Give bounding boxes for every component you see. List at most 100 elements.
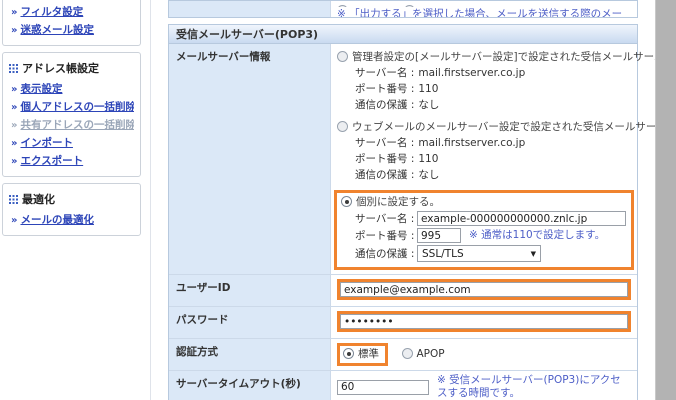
mail-server-info-row: メールサーバー情報 管理者設定の[メールサーバー設定]で設定された受信メールサー… bbox=[169, 44, 676, 275]
page: » フィルタ設定 » 迷惑メール設定 アドレス帳設定 » 表示設定 » 個人アド… bbox=[0, 0, 676, 400]
timeout-content: ※ 受信メールサーバー(POP3)にアクセスする時間です。 bbox=[331, 371, 637, 400]
sidebar-link-import[interactable]: インポート bbox=[20, 137, 73, 149]
custom-server-name-input[interactable] bbox=[417, 211, 626, 226]
admin-port-value: 110 bbox=[418, 83, 439, 95]
sidebar-link-personal-address-bulk-delete[interactable]: 個人アドレスの一括削除 bbox=[20, 101, 134, 113]
server-name-label: サーバー名 : bbox=[355, 67, 415, 79]
webmail-security-value: なし bbox=[418, 169, 440, 181]
password-highlight bbox=[337, 311, 631, 332]
auth-standard-label: 標準 bbox=[358, 348, 379, 360]
sidebar-item-personal-address-bulk-delete[interactable]: » 個人アドレスの一括削除 bbox=[9, 97, 134, 115]
timeout-row: サーバータイムアウト(秒) ※ 受信メールサーバー(POP3)にアクセスする時間… bbox=[169, 371, 637, 400]
security-select[interactable]: SSL/TLS ▼ bbox=[417, 245, 541, 262]
sidebar-item-display-settings[interactable]: » 表示設定 bbox=[9, 79, 134, 97]
custom-server-radio[interactable] bbox=[341, 196, 352, 207]
timeout-input[interactable] bbox=[337, 379, 429, 395]
link-arrow-icon: » bbox=[11, 155, 18, 167]
page-edge-strip bbox=[655, 0, 676, 400]
log-output-content-cell: ※ 「出力する」を選択した場合、メールを送信する際のメールサーバーとの通信ログを… bbox=[331, 1, 637, 18]
grid-icon bbox=[9, 63, 18, 73]
option-custom-server-highlighted: 個別に設定する。 サーバー名 : ポート番号 : ※ 通常は110で設定します。 bbox=[334, 190, 634, 270]
log-output-note: ※ 「出力する」を選択した場合、メールを送信する際のメールサーバーとの通信ログを… bbox=[337, 8, 623, 18]
auth-apop-radio[interactable] bbox=[401, 348, 413, 359]
clipped-radio-options bbox=[337, 4, 631, 7]
sidebar-item-spam-settings[interactable]: » 迷惑メール設定 bbox=[9, 20, 134, 38]
port-label: ポート番号 : bbox=[355, 230, 415, 242]
chevron-down-icon: ▼ bbox=[530, 249, 536, 258]
password-input[interactable] bbox=[340, 314, 628, 329]
sidebar-item-import[interactable]: » インポート bbox=[9, 133, 134, 151]
sidebar-link-shared-address-bulk-delete: 共有アドレスの一括削除 bbox=[20, 118, 134, 131]
radio-button[interactable] bbox=[337, 5, 348, 7]
user-id-highlight bbox=[337, 279, 631, 300]
port-note: ※ 通常は110で設定します。 bbox=[469, 229, 606, 241]
user-id-row: ユーザーID bbox=[169, 275, 637, 307]
webmail-server-radio[interactable] bbox=[337, 121, 348, 132]
pop3-settings-table: 受信メールサーバー(POP3) メールサーバー情報 管理者設定の[メールサーバー… bbox=[168, 24, 676, 400]
password-content bbox=[331, 307, 637, 338]
admin-server-radio-label: 管理者設定の[メールサーバー設定]で設定された受信メールサーバー(POP3)を使… bbox=[352, 51, 676, 63]
sidebar-item-export[interactable]: » エクスポート bbox=[9, 151, 134, 169]
auth-standard-highlight: 標準 bbox=[337, 343, 388, 366]
auth-method-label: 認証方式 bbox=[169, 339, 331, 370]
webmail-port-value: 110 bbox=[418, 153, 439, 165]
link-arrow-icon: » bbox=[11, 137, 18, 149]
sidebar-item-filter-settings[interactable]: » フィルタ設定 bbox=[9, 2, 134, 20]
port-label: ポート番号 : bbox=[355, 153, 415, 165]
security-select-value: SSL/TLS bbox=[422, 247, 464, 260]
link-arrow-icon: » bbox=[11, 101, 18, 113]
sidebar-link-spam-settings[interactable]: 迷惑メール設定 bbox=[20, 24, 94, 36]
link-arrow-icon: » bbox=[11, 6, 18, 18]
timeout-label: サーバータイムアウト(秒) bbox=[169, 371, 331, 400]
link-arrow-icon: » bbox=[11, 119, 18, 131]
sidebar-section-title: アドレス帳設定 bbox=[22, 62, 99, 75]
security-label: 通信の保護 : bbox=[355, 169, 415, 181]
security-label: 通信の保護 : bbox=[355, 248, 415, 260]
user-id-label: ユーザーID bbox=[169, 275, 331, 306]
user-id-content bbox=[331, 275, 637, 306]
option-webmail-server: ウェブメールのメールサーバー設定で設定された受信メールサーバー(POP3)を使用… bbox=[337, 120, 676, 183]
admin-server-radio[interactable] bbox=[337, 51, 348, 62]
server-name-label: サーバー名 : bbox=[355, 137, 415, 149]
sidebar: » フィルタ設定 » 迷惑メール設定 アドレス帳設定 » 表示設定 » 個人アド… bbox=[2, 0, 141, 242]
main-content: ※ 「出力する」を選択した場合、メールを送信する際のメールサーバーとの通信ログを… bbox=[168, 0, 676, 400]
sidebar-section-addressbook: アドレス帳設定 bbox=[9, 58, 134, 79]
password-row: パスワード bbox=[169, 307, 637, 339]
auth-apop-label: APOP bbox=[416, 348, 445, 360]
pop3-section-header: 受信メールサーバー(POP3) bbox=[169, 25, 637, 44]
webmail-server-radio-label: ウェブメールのメールサーバー設定で設定された受信メールサーバー(POP3)を使用… bbox=[352, 121, 676, 133]
timeout-note: ※ 受信メールサーバー(POP3)にアクセスする時間です。 bbox=[437, 374, 621, 399]
sidebar-box-addressbook: アドレス帳設定 » 表示設定 » 個人アドレスの一括削除 » 共有アドレスの一括削除 … bbox=[2, 52, 141, 177]
custom-server-radio-label: 個別に設定する。 bbox=[356, 196, 440, 208]
sidebar-link-export[interactable]: エクスポート bbox=[20, 155, 83, 167]
grid-icon bbox=[9, 194, 18, 204]
security-label: 通信の保護 : bbox=[355, 99, 415, 111]
auth-method-content: 標準 APOP bbox=[331, 340, 637, 370]
sidebar-section-optimize: 最適化 bbox=[9, 189, 134, 210]
link-arrow-icon: » bbox=[11, 24, 18, 36]
webmail-server-name-value: mail.firstserver.co.jp bbox=[418, 137, 526, 149]
sidebar-link-mail-optimize[interactable]: メールの最適化 bbox=[20, 214, 94, 226]
server-name-label: サーバー名 : bbox=[355, 213, 415, 225]
auth-standard-radio[interactable] bbox=[343, 348, 354, 359]
link-arrow-icon: » bbox=[11, 214, 18, 226]
sidebar-item-mail-optimize[interactable]: » メールの最適化 bbox=[9, 210, 134, 228]
admin-security-value: なし bbox=[418, 99, 440, 111]
user-id-input[interactable] bbox=[340, 282, 628, 297]
password-label: パスワード bbox=[169, 307, 331, 338]
custom-port-input[interactable] bbox=[417, 228, 461, 243]
log-output-row-cutoff: ※ 「出力する」を選択した場合、メールを送信する際のメールサーバーとの通信ログを… bbox=[168, 0, 638, 18]
radio-button[interactable] bbox=[404, 5, 415, 7]
auth-method-row: 認証方式 標準 APOP bbox=[169, 339, 637, 371]
link-arrow-icon: » bbox=[11, 83, 18, 95]
sidebar-box-optimize: 最適化 » メールの最適化 bbox=[2, 183, 141, 236]
admin-server-name-value: mail.firstserver.co.jp bbox=[418, 67, 526, 79]
option-admin-server: 管理者設定の[メールサーバー設定]で設定された受信メールサーバー(POP3)を使… bbox=[337, 50, 676, 113]
sidebar-divider bbox=[150, 0, 151, 400]
mail-server-info-label: メールサーバー情報 bbox=[169, 44, 331, 274]
sidebar-item-shared-address-bulk-delete: » 共有アドレスの一括削除 bbox=[9, 115, 134, 133]
sidebar-link-display-settings[interactable]: 表示設定 bbox=[20, 83, 62, 95]
port-label: ポート番号 : bbox=[355, 83, 415, 95]
sidebar-link-filter-settings[interactable]: フィルタ設定 bbox=[20, 6, 83, 18]
sidebar-box-general: » フィルタ設定 » 迷惑メール設定 bbox=[2, 0, 141, 46]
